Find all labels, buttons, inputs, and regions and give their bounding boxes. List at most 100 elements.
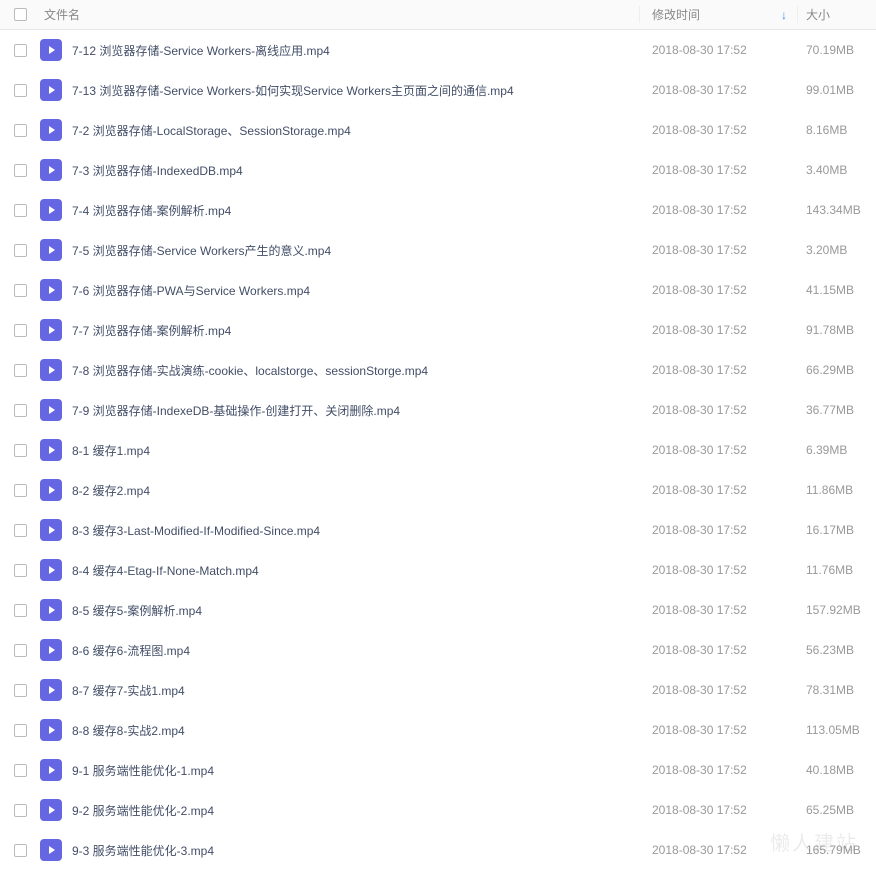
row-checkbox[interactable] [14,44,27,57]
file-name[interactable]: 8-5 缓存5-案例解析.mp4 [72,602,202,619]
file-size: 99.01MB [798,83,876,97]
row-checkbox[interactable] [14,124,27,137]
file-time: 2018-08-30 17:52 [640,83,798,97]
file-time: 2018-08-30 17:52 [640,323,798,337]
file-name[interactable]: 7-2 浏览器存储-LocalStorage、SessionStorage.mp… [72,122,351,139]
file-name[interactable]: 7-12 浏览器存储-Service Workers-离线应用.mp4 [72,42,330,59]
table-row[interactable]: 8-3 缓存3-Last-Modified-If-Modified-Since.… [0,510,876,550]
video-file-icon [40,439,62,461]
file-name[interactable]: 7-9 浏览器存储-IndexeDB-基础操作-创建打开、关闭删除.mp4 [72,402,400,419]
video-file-icon [40,119,62,141]
video-file-icon [40,799,62,821]
row-checkbox[interactable] [14,164,27,177]
table-row[interactable]: 8-2 缓存2.mp42018-08-30 17:5211.86MB [0,470,876,510]
file-time: 2018-08-30 17:52 [640,603,798,617]
video-file-icon [40,39,62,61]
file-name[interactable]: 7-8 浏览器存储-实战演练-cookie、localstorge、sessio… [72,362,428,379]
file-time: 2018-08-30 17:52 [640,483,798,497]
file-name[interactable]: 9-1 服务端性能优化-1.mp4 [72,762,214,779]
file-name[interactable]: 9-3 服务端性能优化-3.mp4 [72,842,214,859]
file-name[interactable]: 8-1 缓存1.mp4 [72,442,150,459]
file-name[interactable]: 7-3 浏览器存储-IndexedDB.mp4 [72,162,243,179]
table-row[interactable]: 7-3 浏览器存储-IndexedDB.mp42018-08-30 17:523… [0,150,876,190]
header-time[interactable]: 修改时间 ↓ [640,6,798,23]
row-checkbox[interactable] [14,844,27,857]
file-size: 3.20MB [798,243,876,257]
row-checkbox[interactable] [14,364,27,377]
file-size: 56.23MB [798,643,876,657]
row-checkbox[interactable] [14,684,27,697]
file-time: 2018-08-30 17:52 [640,163,798,177]
header-size[interactable]: 大小 [798,6,876,23]
table-row[interactable]: 7-8 浏览器存储-实战演练-cookie、localstorge、sessio… [0,350,876,390]
row-checkbox[interactable] [14,484,27,497]
row-checkbox[interactable] [14,444,27,457]
file-name[interactable]: 7-6 浏览器存储-PWA与Service Workers.mp4 [72,282,310,299]
table-row[interactable]: 8-8 缓存8-实战2.mp42018-08-30 17:52113.05MB [0,710,876,750]
file-name[interactable]: 8-8 缓存8-实战2.mp4 [72,722,185,739]
table-row[interactable]: 8-5 缓存5-案例解析.mp42018-08-30 17:52157.92MB [0,590,876,630]
table-row[interactable]: 7-7 浏览器存储-案例解析.mp42018-08-30 17:5291.78M… [0,310,876,350]
file-name[interactable]: 8-3 缓存3-Last-Modified-If-Modified-Since.… [72,522,320,539]
table-row[interactable]: 7-6 浏览器存储-PWA与Service Workers.mp42018-08… [0,270,876,310]
table-row[interactable]: 7-12 浏览器存储-Service Workers-离线应用.mp42018-… [0,30,876,70]
file-name[interactable]: 9-2 服务端性能优化-2.mp4 [72,802,214,819]
file-name[interactable]: 8-6 缓存6-流程图.mp4 [72,642,190,659]
file-name[interactable]: 7-7 浏览器存储-案例解析.mp4 [72,322,231,339]
file-time: 2018-08-30 17:52 [640,683,798,697]
row-checkbox[interactable] [14,84,27,97]
table-row[interactable]: 7-9 浏览器存储-IndexeDB-基础操作-创建打开、关闭删除.mp4 201… [0,390,876,430]
row-checkbox[interactable] [14,204,27,217]
file-size: 41.15MB [798,283,876,297]
table-header: 文件名 修改时间 ↓ 大小 [0,0,876,30]
row-checkbox[interactable] [14,564,27,577]
video-file-icon [40,319,62,341]
table-row[interactable]: 7-5 浏览器存储-Service Workers产生的意义.mp4 2018-0… [0,230,876,270]
video-file-icon [40,719,62,741]
video-file-icon [40,479,62,501]
table-row[interactable]: 8-1 缓存1.mp4 2018-08-30 17:526.39MB [0,430,876,470]
file-time: 2018-08-30 17:52 [640,363,798,377]
table-row[interactable]: 9-3 服务端性能优化-3.mp42018-08-30 17:52165.79M… [0,830,876,870]
row-checkbox[interactable] [14,724,27,737]
video-file-icon [40,679,62,701]
file-size: 66.29MB [798,363,876,377]
table-row[interactable]: 9-1 服务端性能优化-1.mp42018-08-30 17:5240.18MB [0,750,876,790]
row-checkbox[interactable] [14,644,27,657]
file-time: 2018-08-30 17:52 [640,403,798,417]
video-file-icon [40,519,62,541]
file-size: 40.18MB [798,763,876,777]
row-checkbox[interactable] [14,604,27,617]
file-time: 2018-08-30 17:52 [640,243,798,257]
header-name[interactable]: 文件名 [40,6,640,23]
table-row[interactable]: 9-2 服务端性能优化-2.mp42018-08-30 17:5265.25MB [0,790,876,830]
file-size: 113.05MB [798,723,876,737]
video-file-icon [40,759,62,781]
file-time: 2018-08-30 17:52 [640,443,798,457]
file-name[interactable]: 7-4 浏览器存储-案例解析.mp4 [72,202,231,219]
row-checkbox[interactable] [14,764,27,777]
table-row[interactable]: 7-13 浏览器存储-Service Workers-如何实现Service W… [0,70,876,110]
file-name[interactable]: 7-13 浏览器存储-Service Workers-如何实现Service W… [72,82,514,99]
select-all-checkbox[interactable] [14,8,27,21]
file-name[interactable]: 8-2 缓存2.mp4 [72,482,150,499]
file-name[interactable]: 7-5 浏览器存储-Service Workers产生的意义.mp4 [72,242,331,259]
table-row[interactable]: 7-2 浏览器存储-LocalStorage、SessionStorage.mp… [0,110,876,150]
row-checkbox[interactable] [14,404,27,417]
file-time: 2018-08-30 17:52 [640,123,798,137]
row-checkbox[interactable] [14,524,27,537]
row-checkbox[interactable] [14,284,27,297]
table-row[interactable]: 8-7 缓存7-实战1.mp42018-08-30 17:5278.31MB [0,670,876,710]
table-row[interactable]: 7-4 浏览器存储-案例解析.mp42018-08-30 17:52143.34… [0,190,876,230]
video-file-icon [40,239,62,261]
row-checkbox[interactable] [14,804,27,817]
row-checkbox[interactable] [14,244,27,257]
file-size: 165.79MB [798,843,876,857]
row-checkbox[interactable] [14,324,27,337]
table-row[interactable]: 8-6 缓存6-流程图.mp42018-08-30 17:5256.23MB [0,630,876,670]
file-size: 6.39MB [798,443,876,457]
file-name[interactable]: 8-4 缓存4-Etag-If-None-Match.mp4 [72,562,259,579]
file-size: 65.25MB [798,803,876,817]
table-row[interactable]: 8-4 缓存4-Etag-If-None-Match.mp42018-08-30… [0,550,876,590]
file-name[interactable]: 8-7 缓存7-实战1.mp4 [72,682,185,699]
